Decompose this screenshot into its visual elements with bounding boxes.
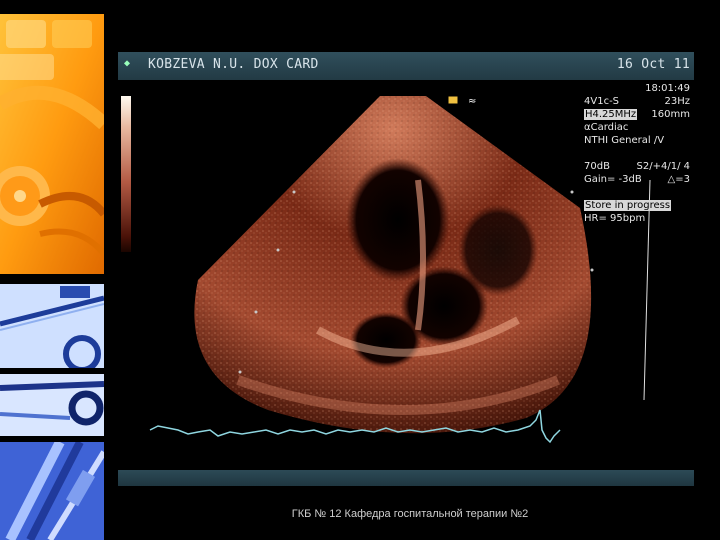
greyscale-bar <box>121 96 131 252</box>
preset-name: Cardiac <box>590 122 629 133</box>
ultrasound-header-bar: ◆ KOBZEVA N.U. DOX CARD 16 Oct 11 <box>118 52 694 80</box>
ultrasound-bottom-bar <box>118 470 694 486</box>
decorative-instrument-image <box>0 284 104 368</box>
store-status: Store in progress <box>584 200 672 211</box>
delta-value: =3 <box>675 174 690 185</box>
acquisition-parameters: 18:01:49 4V1c-S 23Hz H4.25MHz 160mm αCar… <box>584 82 694 225</box>
decorative-stethoscope-image <box>0 14 104 274</box>
patient-name: KOBZEVA N.U. DOX CARD <box>148 57 319 72</box>
frequency: H4.25MHz <box>584 109 638 120</box>
decorative-instrument-image <box>0 374 104 436</box>
lightbulb-icon: α <box>584 122 591 133</box>
acquisition-time: 18:01:49 <box>645 83 690 94</box>
frame-rate: 23Hz <box>664 96 691 107</box>
footer-caption: ГКБ № 12 Кафедра госпитальной терапии №2 <box>291 508 529 520</box>
imaging-mode: NTHI General /V <box>584 135 665 146</box>
power-db: 70dB <box>584 161 610 172</box>
exam-date: 16 Oct 11 <box>616 57 690 72</box>
probe-orientation-icon: ≈ <box>468 96 476 107</box>
depth: 160mm <box>651 109 690 120</box>
gain: Gain= -3dB <box>584 174 642 185</box>
probe-name: 4V1c-S <box>584 96 620 107</box>
heart-rate: HR= 95bpm <box>584 213 646 224</box>
processing-setting: S2/+4/1/ 4 <box>636 161 690 172</box>
decorative-syringe-image <box>0 442 104 540</box>
focus-zone-icon <box>447 95 459 105</box>
orientation-marker-icon: ◆ <box>124 58 131 69</box>
